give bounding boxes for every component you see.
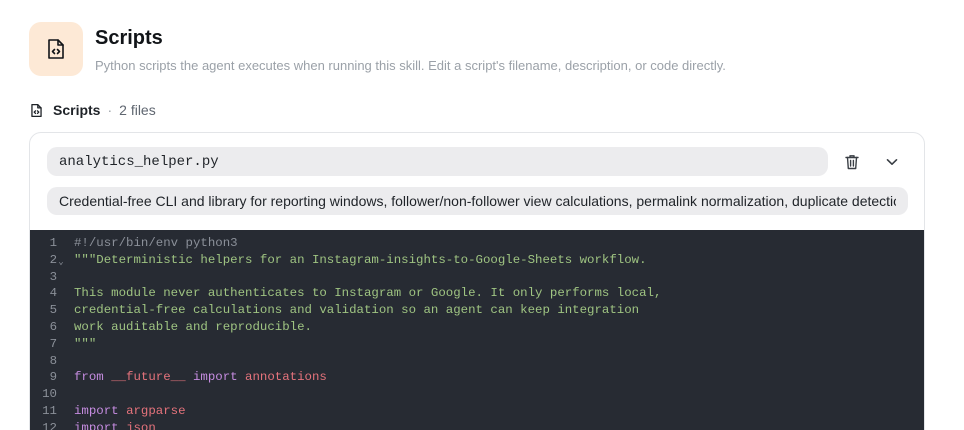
code-file-icon (30, 102, 44, 118)
fold-gutter (57, 302, 65, 319)
line-number: 3 (49, 269, 57, 284)
line-number: 9 (49, 370, 57, 385)
code-token: """Deterministic helpers for an Instagra… (74, 252, 647, 267)
code-line[interactable]: 7 """ (30, 336, 924, 353)
fold-gutter (57, 369, 65, 386)
scripts-section-header: Scripts · 2 files (30, 101, 156, 119)
code-text: work auditable and reproducible. (65, 319, 312, 336)
fold-gutter (57, 420, 65, 430)
line-number: 1 (49, 236, 57, 250)
line-number: 4 (49, 286, 57, 301)
line-number: 7 (49, 336, 57, 351)
code-token: annotations (245, 370, 327, 385)
code-text: import argparse (65, 403, 186, 420)
code-text: import json (65, 420, 156, 430)
line-number: 12 (42, 420, 57, 430)
fold-gutter (57, 353, 65, 370)
chevron-down-icon (886, 159, 898, 165)
code-line[interactable]: 2 ⌄ """Deterministic helpers for an Instag… (30, 252, 924, 269)
code-token: credential-free calculations and validat… (74, 303, 640, 318)
code-token: """ (74, 336, 97, 351)
code-text: credential-free calculations and validat… (65, 302, 639, 319)
fold-gutter (57, 285, 65, 302)
code-token: #!/usr/bin/env python3 (74, 236, 238, 250)
code-line[interactable]: 6 work auditable and reproducible. (30, 319, 924, 336)
trash-icon (845, 155, 859, 170)
delete-script-button[interactable] (840, 150, 864, 174)
section-label: Scripts (53, 102, 101, 118)
code-line[interactable]: 12 import json (30, 420, 924, 430)
fold-gutter (57, 403, 65, 420)
fold-gutter (57, 319, 65, 336)
code-text: """Deterministic helpers for an Instagra… (65, 252, 647, 269)
collapse-script-button[interactable] (880, 150, 904, 174)
line-number: 2 (49, 252, 57, 267)
line-number: 8 (49, 353, 57, 368)
code-line[interactable]: 5 credential-free calculations and valida… (30, 302, 924, 319)
code-token: from (74, 370, 104, 385)
code-token: import (74, 420, 119, 430)
separator-dot: · (107, 102, 113, 118)
fold-gutter (57, 269, 65, 286)
code-line[interactable]: 8 (30, 353, 924, 370)
file-count: 2 files (119, 102, 156, 118)
code-line[interactable]: 4 This module never authenticates to Inst… (30, 285, 924, 302)
code-text: #!/usr/bin/env python3 (65, 235, 238, 252)
page-header: Scripts Python scripts the agent execute… (29, 22, 726, 76)
fold-gutter (57, 386, 65, 403)
code-text: This module never authenticates to Insta… (65, 285, 661, 302)
code-token: json (126, 420, 156, 430)
code-token: __future__ (111, 370, 186, 385)
code-token: This module never authenticates to Insta… (74, 286, 662, 301)
code-token: work auditable and reproducible. (74, 319, 312, 334)
filename-input[interactable] (47, 147, 828, 176)
line-number: 6 (49, 319, 57, 334)
code-line[interactable]: 11 import argparse (30, 403, 924, 420)
code-text: """ (65, 336, 96, 353)
line-number: 10 (42, 387, 57, 402)
fold-toggle-icon[interactable]: ⌄ (57, 252, 65, 269)
description-input[interactable] (47, 187, 908, 215)
fold-gutter (57, 336, 65, 353)
code-line[interactable]: 10 (30, 386, 924, 403)
code-line[interactable]: 1 #!/usr/bin/env python3 (30, 235, 924, 252)
code-text: from __future__ import annotations (65, 369, 327, 386)
code-token: import (192, 370, 238, 385)
fold-gutter (57, 235, 65, 252)
code-line[interactable]: 3 (30, 269, 924, 286)
code-line[interactable]: 9 from __future__ import annotations (30, 369, 924, 386)
page-title: Scripts (95, 27, 163, 49)
code-token: import (74, 403, 119, 418)
script-card: 1 #!/usr/bin/env python3 2⌄ """Deterministi… (29, 132, 925, 430)
page-subtitle: Python scripts the agent executes when r… (95, 58, 726, 73)
code-file-icon (29, 22, 83, 76)
code-editor[interactable]: 1 #!/usr/bin/env python3 2 ⌄ """Deterministi… (30, 230, 924, 430)
line-number: 11 (42, 403, 57, 418)
code-token: argparse (126, 403, 186, 418)
line-number: 5 (49, 303, 57, 318)
